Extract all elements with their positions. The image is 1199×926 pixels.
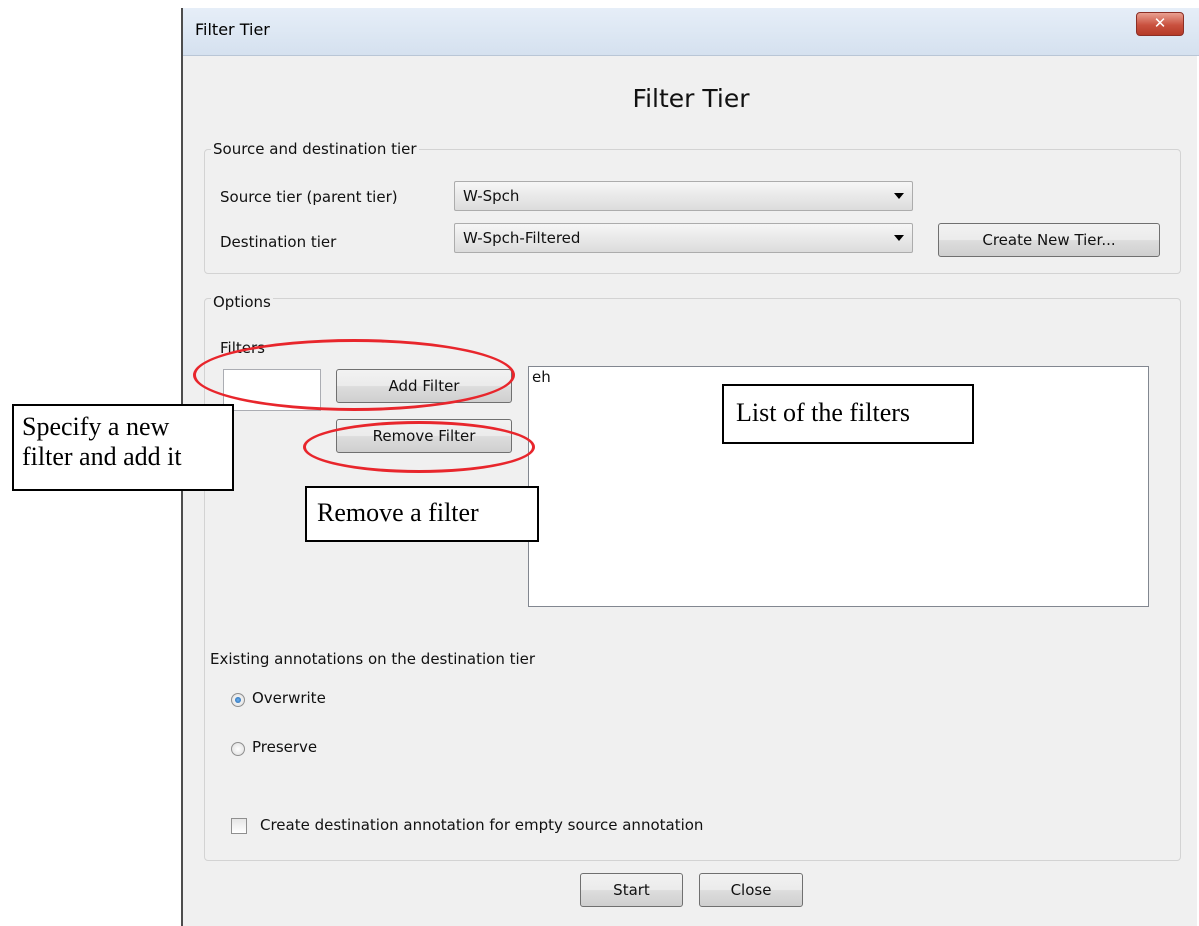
dialog-heading: Filter Tier xyxy=(632,84,750,113)
source-tier-label: Source tier (parent tier) xyxy=(220,188,398,206)
preserve-radio[interactable] xyxy=(231,742,245,756)
source-destination-group-label: Source and destination tier xyxy=(211,140,419,158)
list-of-filters-callout-text: List of the filters xyxy=(736,398,911,427)
overwrite-label[interactable]: Overwrite xyxy=(252,689,326,707)
close-icon: ✕ xyxy=(1153,14,1167,32)
start-button[interactable]: Start xyxy=(580,873,683,907)
specify-filter-callout-line1: Specify a new xyxy=(22,412,170,441)
empty-source-label[interactable]: Create destination annotation for empty … xyxy=(260,816,703,834)
destination-tier-value: W-Spch-Filtered xyxy=(463,229,581,247)
chevron-down-icon xyxy=(894,235,904,241)
remove-filter-callout-text: Remove a filter xyxy=(317,498,479,527)
source-tier-value: W-Spch xyxy=(463,187,520,205)
title-bar: Filter Tier ✕ xyxy=(183,8,1199,56)
create-new-tier-button[interactable]: Create New Tier... xyxy=(938,223,1160,257)
window-title: Filter Tier xyxy=(195,20,270,39)
existing-annotations-label: Existing annotations on the destination … xyxy=(210,650,536,668)
empty-source-checkbox[interactable] xyxy=(231,818,247,834)
destination-tier-select[interactable]: W-Spch-Filtered xyxy=(454,223,913,253)
list-of-filters-callout: List of the filters xyxy=(722,384,974,444)
filter-input-highlight-ellipse xyxy=(193,339,515,411)
remove-filter-callout: Remove a filter xyxy=(305,486,539,542)
source-tier-select[interactable]: W-Spch xyxy=(454,181,913,211)
close-button[interactable]: Close xyxy=(699,873,803,907)
overwrite-radio[interactable] xyxy=(231,693,245,707)
list-item[interactable]: eh xyxy=(532,368,551,386)
specify-filter-callout-line2: filter and add it xyxy=(22,442,182,471)
chevron-down-icon xyxy=(894,193,904,199)
preserve-label[interactable]: Preserve xyxy=(252,738,317,756)
specify-filter-callout: Specify a new filter and add it xyxy=(12,404,234,491)
options-group-label: Options xyxy=(211,293,273,311)
destination-tier-label: Destination tier xyxy=(220,233,337,251)
remove-filter-highlight-ellipse xyxy=(303,421,535,473)
close-window-button[interactable]: ✕ xyxy=(1136,12,1184,36)
filter-tier-dialog: Filter Tier ✕ Filter Tier Source and des… xyxy=(181,8,1199,926)
